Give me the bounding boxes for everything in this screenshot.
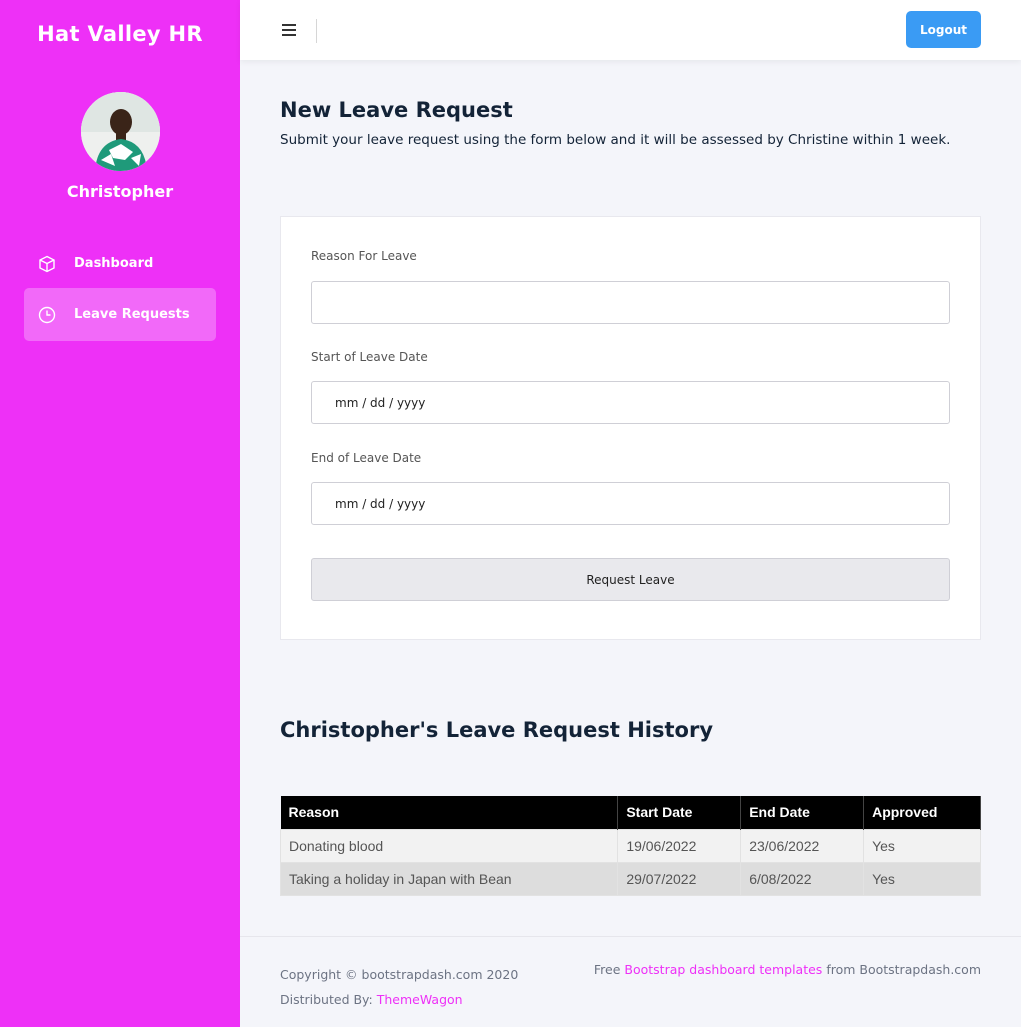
logout-button[interactable]: Logout (906, 11, 981, 48)
copyright-text: Copyright © bootstrapdash.com 2020 (280, 967, 519, 982)
end-date-label: End of Leave Date (311, 451, 422, 465)
avatar-image (81, 92, 160, 171)
cube-icon (37, 254, 57, 274)
cell-reason: Taking a holiday in Japan with Bean (279, 861, 619, 896)
sidebar-item-dashboard[interactable]: Dashboard (24, 237, 216, 290)
avatar (81, 92, 160, 171)
footer-right: Free Bootstrap dashboard templates from … (594, 962, 981, 977)
leave-request-form: Reason For Leave Start of Leave Date mm … (280, 216, 981, 640)
clock-icon (37, 305, 57, 325)
column-header-approved: Approved (863, 796, 981, 829)
distributed-prefix: Distributed By: (280, 992, 373, 1007)
distributed-by: Distributed By: ThemeWagon (280, 987, 518, 1012)
column-header-start-date: Start Date (617, 796, 742, 829)
navbar-divider (316, 19, 317, 43)
page-subtitle: Submit your leave request using the form… (280, 132, 951, 148)
cell-approved: Yes (863, 828, 981, 863)
leave-history-table: Reason Start Date End Date Approved Dona… (279, 796, 981, 896)
user-name: Christopher (66, 182, 174, 201)
sidebar-item-label: Leave Requests (74, 307, 190, 322)
table-header-row: Reason Start Date End Date Approved (280, 796, 981, 829)
end-date-input[interactable]: mm / dd / yyyy (311, 482, 950, 525)
cell-approved: Yes (863, 861, 981, 896)
footer: Copyright © bootstrapdash.com 2020 Distr… (240, 936, 1021, 1027)
themewagon-link[interactable]: ThemeWagon (377, 992, 463, 1007)
hamburger-menu-icon[interactable] (282, 24, 296, 38)
sidebar-item-label: Dashboard (74, 256, 154, 271)
cell-reason: Donating blood (279, 828, 619, 863)
table-row: Taking a holiday in Japan with Bean 29/0… (279, 861, 981, 896)
sidebar-item-leave-requests[interactable]: Leave Requests (24, 288, 216, 341)
free-prefix: Free (593, 962, 621, 977)
start-date-input[interactable]: mm / dd / yyyy (311, 381, 950, 424)
request-leave-button[interactable]: Request Leave (311, 558, 950, 601)
sidebar: Hat Valley HR Christopher Dashboard Leav… (0, 0, 240, 1027)
cell-end-date: 23/06/2022 (740, 828, 865, 863)
page-title: New Leave Request (280, 98, 513, 122)
column-header-reason: Reason (280, 796, 619, 829)
footer-left: Copyright © bootstrapdash.com 2020 Distr… (280, 962, 518, 1012)
cell-end-date: 6/08/2022 (740, 861, 865, 896)
bootstrap-templates-link[interactable]: Bootstrap dashboard templates (624, 962, 822, 977)
from-suffix: from Bootstrapdash.com (826, 962, 981, 977)
cell-start-date: 19/06/2022 (617, 828, 742, 863)
reason-input[interactable] (311, 281, 950, 324)
column-header-end-date: End Date (740, 796, 865, 829)
cell-start-date: 29/07/2022 (617, 861, 742, 896)
top-navbar: Logout (240, 0, 1021, 60)
reason-label: Reason For Leave (311, 249, 417, 263)
table-row: Donating blood 19/06/2022 23/06/2022 Yes (279, 828, 981, 863)
start-date-label: Start of Leave Date (311, 350, 428, 364)
brand-title[interactable]: Hat Valley HR (0, 22, 240, 46)
history-title: Christopher's Leave Request History (280, 718, 714, 742)
